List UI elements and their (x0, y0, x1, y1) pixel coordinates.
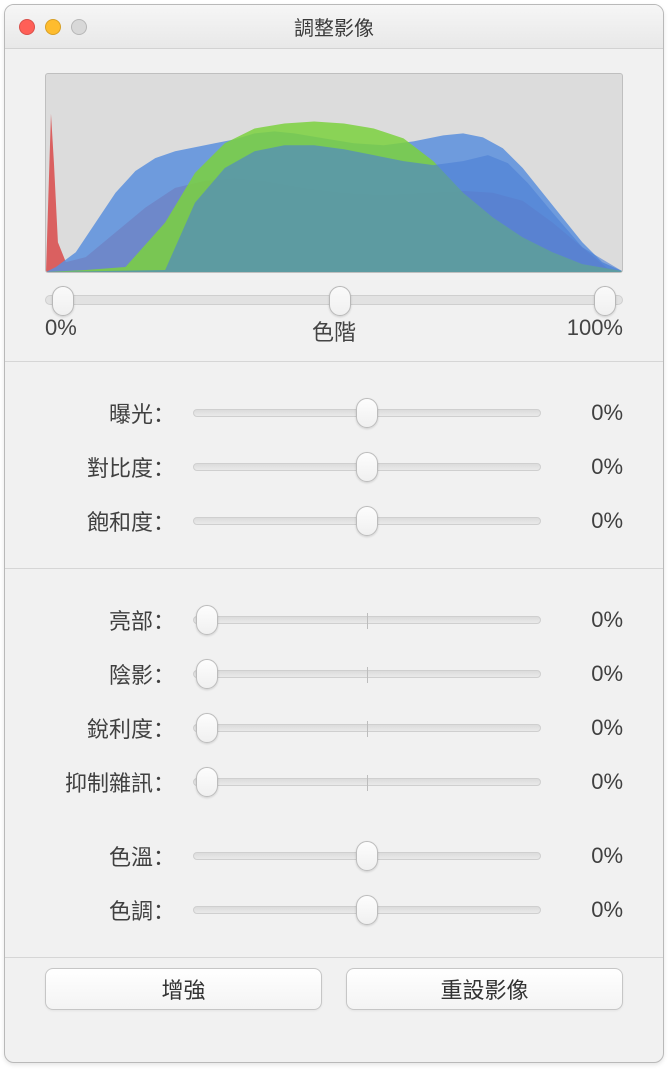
slider-temperature: 色溫： 0% (45, 829, 623, 883)
slider-contrast-label: 對比度： (45, 451, 175, 483)
levels-low-label: 0% (45, 315, 77, 341)
slider-temperature-thumb[interactable] (356, 841, 378, 871)
slider-sharpness: 銳利度： 0% (45, 701, 623, 755)
levels-high-label: 100% (567, 315, 623, 341)
exposure-group: 曝光： 0% 對比度： 0% 飽和度： 0% (5, 362, 663, 569)
slider-noise-label: 抑制雜訊： (45, 766, 175, 798)
titlebar: 調整影像 (5, 5, 663, 49)
slider-highlights-slider[interactable] (193, 616, 541, 624)
slider-temperature-slider[interactable] (193, 852, 541, 860)
button-bar: 增強 重設影像 (5, 958, 663, 1042)
histogram (45, 73, 623, 273)
slider-sharpness-slider[interactable] (193, 724, 541, 732)
slider-exposure-thumb[interactable] (356, 398, 378, 428)
slider-tint-slider[interactable] (193, 906, 541, 914)
slider-shadows-label: 陰影： (45, 658, 175, 690)
slider-exposure-value: 0% (559, 400, 623, 426)
slider-shadows-slider[interactable] (193, 670, 541, 678)
reset-button[interactable]: 重設影像 (346, 968, 623, 1010)
slider-noise: 抑制雜訊： 0% (45, 755, 623, 809)
slider-saturation-thumb[interactable] (356, 506, 378, 536)
adjust-image-window: 調整影像 0% 色階 100% 曝光：0%對 (4, 4, 664, 1063)
slider-exposure-label: 曝光： (45, 397, 175, 429)
slider-contrast-value: 0% (559, 454, 623, 480)
slider-highlights: 亮部： 0% (45, 593, 623, 647)
slider-noise-slider[interactable] (193, 778, 541, 786)
slider-noise-thumb[interactable] (196, 767, 218, 797)
slider-saturation-label: 飽和度： (45, 505, 175, 537)
slider-saturation-value: 0% (559, 508, 623, 534)
slider-sharpness-thumb[interactable] (196, 713, 218, 743)
slider-shadows-thumb[interactable] (196, 659, 218, 689)
slider-noise-value: 0% (559, 769, 623, 795)
levels-black-thumb[interactable] (52, 286, 74, 316)
slider-contrast-thumb[interactable] (356, 452, 378, 482)
slider-tint-value: 0% (559, 897, 623, 923)
slider-saturation-slider[interactable] (193, 517, 541, 525)
slider-shadows: 陰影： 0% (45, 647, 623, 701)
levels-center-label: 色階 (312, 315, 356, 347)
slider-contrast: 對比度： 0% (45, 440, 623, 494)
enhance-button[interactable]: 增強 (45, 968, 322, 1010)
slider-temperature-value: 0% (559, 843, 623, 869)
slider-sharpness-label: 銳利度： (45, 712, 175, 744)
levels-gamma-thumb[interactable] (329, 286, 351, 316)
slider-tint: 色調： 0% (45, 883, 623, 937)
levels-slider[interactable] (45, 295, 623, 305)
slider-highlights-value: 0% (559, 607, 623, 633)
histogram-section: 0% 色階 100% (5, 49, 663, 362)
slider-contrast-slider[interactable] (193, 463, 541, 471)
slider-highlights-thumb[interactable] (196, 605, 218, 635)
slider-exposure-slider[interactable] (193, 409, 541, 417)
detail-group: 亮部： 0% 陰影： 0% 銳利度： 0% 抑制雜訊： 0% 色溫： 0% 色調： 0% (5, 569, 663, 958)
levels-white-thumb[interactable] (594, 286, 616, 316)
slider-temperature-label: 色溫： (45, 840, 175, 872)
slider-tint-thumb[interactable] (356, 895, 378, 925)
slider-tint-label: 色調： (45, 894, 175, 926)
slider-exposure: 曝光： 0% (45, 386, 623, 440)
slider-sharpness-value: 0% (559, 715, 623, 741)
slider-highlights-label: 亮部： (45, 604, 175, 636)
window-title: 調整影像 (5, 12, 663, 41)
slider-saturation: 飽和度： 0% (45, 494, 623, 548)
slider-shadows-value: 0% (559, 661, 623, 687)
